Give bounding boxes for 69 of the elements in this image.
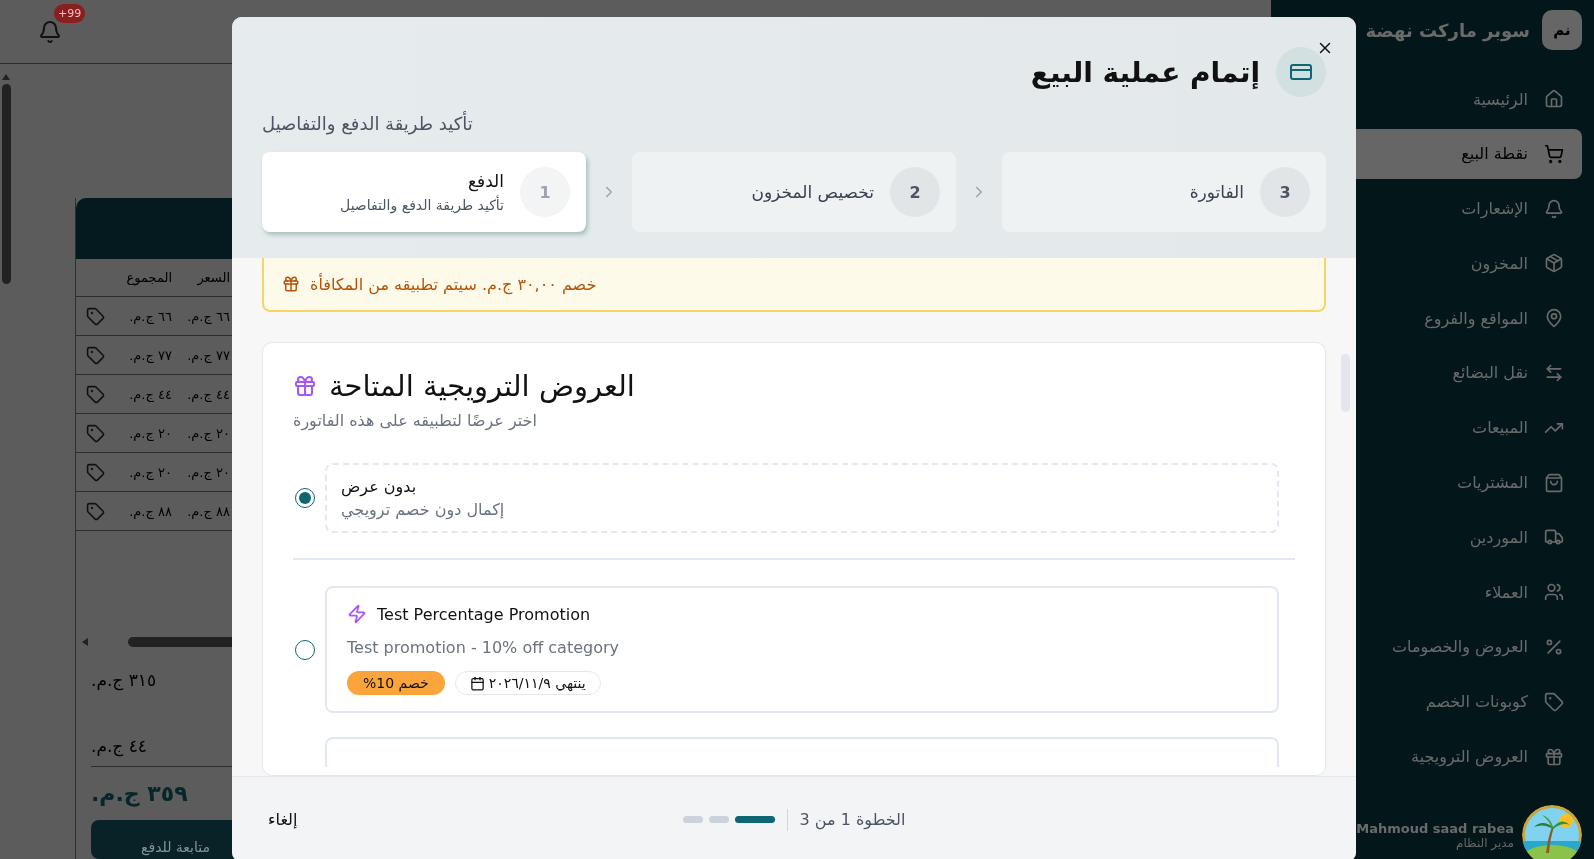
user-role: مدير النظام	[1454, 835, 1514, 850]
lightning-icon	[347, 604, 367, 624]
table-cell-text: ٢٠ ج.م.	[128, 425, 172, 441]
column-header: المجموع	[125, 269, 172, 285]
gift-icon	[282, 275, 300, 293]
card-title: العروض الترويجية المتاحة	[329, 369, 635, 403]
option-card[interactable]: بدون عرض إكمال دون خصم ترويجي	[325, 463, 1279, 533]
subtotal-amount: ٣١٥ ج.م.	[91, 669, 157, 690]
bell-icon[interactable]	[38, 19, 62, 44]
dialog-title: إتمام عملية البيع	[1030, 55, 1260, 89]
user-name: Mahmoud saad rabea	[1356, 820, 1514, 836]
users-icon	[1544, 582, 1564, 603]
sidebar-item[interactable]: نقل البضائع	[1271, 348, 1582, 398]
sidebar-item[interactable]: المخزون	[1271, 238, 1582, 289]
arrows-icon	[1544, 363, 1564, 383]
store-name: سوبر ماركت نهضة	[1365, 19, 1530, 41]
sidebar-item[interactable]: الرئيسية	[1271, 74, 1582, 124]
step-number: 3	[1260, 167, 1310, 217]
table-cell-text: ٦٦ ج.م.	[128, 308, 172, 324]
gift-icon	[1544, 746, 1564, 767]
tag-icon[interactable]	[85, 462, 105, 482]
tag-icon[interactable]	[85, 501, 105, 521]
box-icon	[1544, 253, 1564, 274]
option-title: Test Percentage Promotion	[377, 604, 591, 624]
total-amount: ٣٥٩ ج.م.	[91, 780, 188, 806]
table-cell-text: ٢٠ ج.م.	[128, 464, 172, 480]
step-number: 1	[520, 167, 570, 217]
tag-icon[interactable]	[85, 423, 105, 443]
bag-icon	[1544, 472, 1564, 493]
option-description: إكمال دون خصم ترويجي	[341, 500, 505, 519]
card-subtitle: اختر عرضًا لتطبيقه على هذه الفاتورة	[293, 411, 537, 430]
column-header: السعر	[196, 269, 230, 285]
table-cell-text: ٧٧ ج.م.	[128, 347, 172, 363]
table-cell-text: ٢٠ ج.م.	[186, 464, 230, 480]
sidebar-item[interactable]: المواقع والفروع	[1271, 293, 1582, 344]
discount-badge: خصم 10%	[347, 671, 445, 695]
tag-icon[interactable]	[85, 345, 105, 365]
table-cell-text: ٨٨ ج.م.	[186, 503, 230, 519]
sidebar-item[interactable]: العروض الترويجية	[1271, 731, 1582, 782]
notice-text: خصم ٣٠,٠٠ ج.م. سيتم تطبيقه من المكافأة	[310, 274, 597, 294]
sidebar-item[interactable]: المبيعات	[1271, 402, 1582, 453]
table-cell-text: ٧٧ ج.م.	[186, 347, 230, 363]
table-cell-text: ٤٤ ج.م.	[186, 386, 230, 402]
expiry-text: ينتهي ٢٠٢٦/١١/٩	[488, 675, 586, 691]
gift-icon	[293, 374, 317, 398]
map-pin-icon	[1544, 308, 1564, 329]
step-title: تخصيص المخزون	[751, 182, 874, 202]
step-description: تأكيد طريقة الدفع والتفاصيل	[340, 197, 504, 213]
cart-icon	[1544, 143, 1564, 164]
table-cell-text: ٢٠ ج.م.	[186, 425, 230, 441]
option-description: Test promotion - 10% off category	[347, 638, 619, 657]
store-logo: نم	[1542, 10, 1582, 50]
tax-amount: ٤٤ ج.م.	[91, 735, 147, 756]
step-number: 2	[890, 167, 940, 217]
option-title: بدون عرض	[341, 477, 417, 496]
dialog-subtitle: تأكيد طريقة الدفع والتفاصيل	[262, 113, 473, 134]
notification-badge: +99	[54, 3, 86, 23]
bell-icon	[1544, 198, 1564, 219]
tag-icon	[1544, 691, 1564, 712]
table-cell-text: ٦٦ ج.م.	[186, 308, 230, 324]
table-cell-text: ٤٤ ج.م.	[128, 386, 172, 402]
table-cell-text: ٨٨ ج.م.	[128, 503, 172, 519]
tag-icon[interactable]	[85, 306, 105, 326]
step-indicator: الخطوة 1 من 3	[799, 810, 906, 829]
step-title: الدفع	[467, 171, 504, 191]
step-title: الفاتورة	[1189, 182, 1244, 202]
calendar-icon	[469, 675, 485, 691]
tag-icon[interactable]	[85, 384, 105, 404]
home-icon	[1544, 89, 1564, 109]
